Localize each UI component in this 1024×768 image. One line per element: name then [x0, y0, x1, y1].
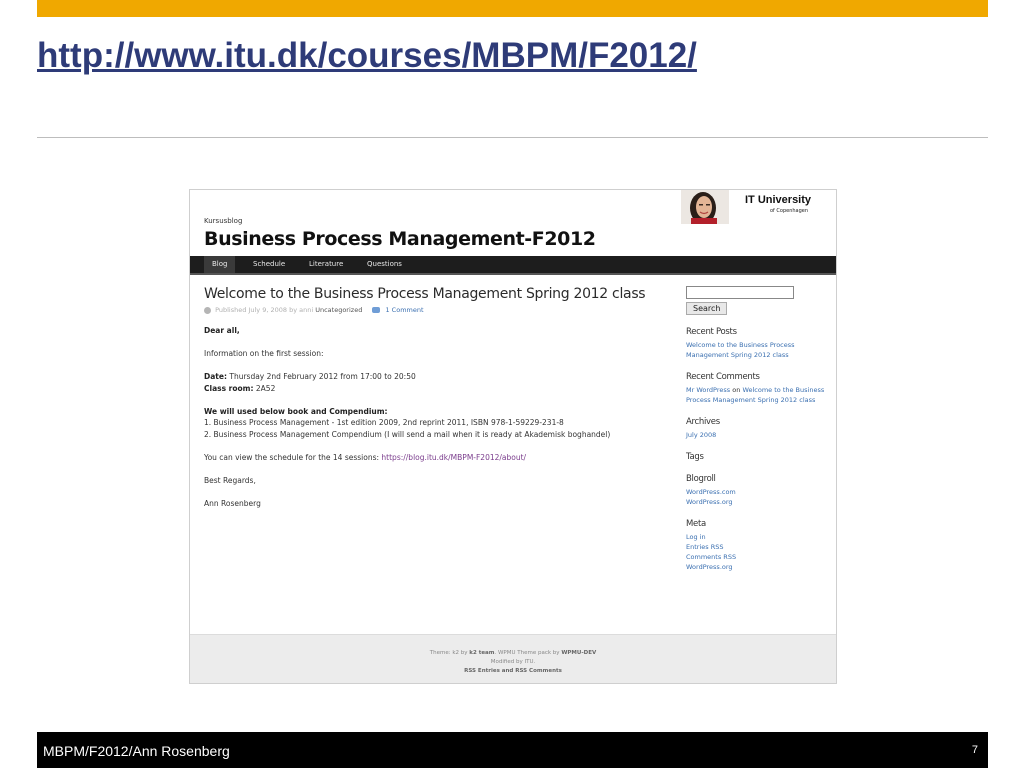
blogroll-link-2[interactable]: WordPress.org — [686, 497, 826, 507]
widget-archives: Archives July 2008 — [686, 417, 826, 440]
blogroll-link-1[interactable]: WordPress.com — [686, 487, 826, 497]
recent-comments-title: Recent Comments — [686, 372, 760, 382]
search-input[interactable] — [686, 286, 794, 299]
clock-icon — [204, 306, 211, 314]
meta-link-entries-rss[interactable]: Entries RSS — [686, 542, 826, 552]
widget-recent-posts: Recent Posts Welcome to the Business Pro… — [686, 327, 826, 360]
footer-theme-text: Theme: k2 by — [429, 650, 468, 656]
room-value: 2A52 — [255, 383, 276, 393]
title-divider — [37, 137, 988, 138]
widget-meta: Meta Log in Entries RSS Comments RSS Wor… — [686, 519, 826, 572]
post-title[interactable]: Welcome to the Business Process Manageme… — [204, 286, 646, 302]
blog-title[interactable]: Business Process Management-F2012 — [204, 228, 596, 250]
footer-line-1: Theme: k2 by k2 team. WPMU Theme pack by… — [190, 649, 836, 658]
widget-recent-comments: Recent Comments Mr WordPress on Welcome … — [686, 372, 826, 405]
meta-title: Meta — [686, 519, 706, 529]
comment-on-text: on — [732, 386, 741, 394]
bottom-bar: MBPM/F2012/Ann Rosenberg 7 — [37, 732, 988, 768]
post-intro: Information on the first session: — [204, 349, 324, 358]
blog-header: Kursusblog Business Process Management-F… — [190, 190, 836, 256]
footer-pack-text: . WPMU Theme pack by — [494, 650, 560, 656]
footer-rss-text[interactable]: RSS Entries and RSS Comments — [464, 668, 562, 674]
room-label: Class room: — [204, 383, 254, 393]
itu-logo-subtitle: of Copenhagen — [770, 208, 809, 214]
book-item-1: 1. Business Process Management - 1st edi… — [204, 418, 564, 427]
recent-posts-title: Recent Posts — [686, 327, 737, 337]
course-url-title[interactable]: http://www.itu.dk/courses/MBPM/F2012/ — [37, 36, 697, 76]
footer-rss-links[interactable]: RSS Entries and RSS Comments — [190, 667, 836, 676]
schedule-text: You can view the schedule for the 14 ses… — [204, 452, 380, 462]
footer-line-2: Modified by ITU. — [490, 659, 536, 665]
post-schedule: You can view the schedule for the 14 ses… — [204, 452, 674, 464]
widget-tags: Tags — [686, 452, 826, 462]
blogroll-title: Blogroll — [686, 474, 716, 484]
page-number: 7 — [971, 744, 978, 756]
tags-title: Tags — [686, 452, 704, 462]
post-category[interactable]: Uncategorized — [315, 306, 362, 314]
comment-bubble-icon — [372, 307, 381, 313]
post-greeting: Dear all, — [204, 326, 240, 335]
person-photo-icon — [681, 190, 729, 224]
tab-blog[interactable]: Blog — [204, 256, 236, 273]
blog-screenshot: Kursusblog Business Process Management-F… — [189, 189, 837, 684]
blog-sidebar: Search Recent Posts Welcome to the Busin… — [686, 286, 826, 572]
blog-kicker: Kursusblog — [204, 217, 243, 225]
header-photo — [681, 190, 729, 224]
meta-link-login[interactable]: Log in — [686, 532, 826, 542]
search-button[interactable]: Search — [686, 302, 728, 315]
top-accent-bar — [37, 0, 988, 17]
archive-link[interactable]: July 2008 — [686, 430, 826, 440]
tab-schedule[interactable]: Schedule — [245, 256, 293, 273]
tab-literature[interactable]: Literature — [301, 256, 351, 273]
book-item-2: 2. Business Process Management Compendiu… — [204, 429, 611, 439]
recent-comment-entry: Mr WordPress on Welcome to the Business … — [686, 385, 826, 405]
footer-k2-link[interactable]: k2 team — [469, 650, 494, 656]
post-meta: Published July 9, 2008 by anni Uncategor… — [204, 306, 424, 314]
comment-author-link[interactable]: Mr WordPress — [686, 386, 730, 394]
date-label: Date: — [204, 372, 227, 381]
recent-post-link[interactable]: Welcome to the Business Process Manageme… — [686, 340, 826, 360]
date-value: Thursday 2nd February 2012 from 17:00 to… — [229, 372, 416, 381]
blog-footer: Theme: k2 by k2 team. WPMU Theme pack by… — [190, 634, 836, 683]
footer-wpmudev-link[interactable]: WPMU-DEV — [561, 650, 596, 656]
schedule-link[interactable]: https://blog.itu.dk/MBPM-F2012/about/ — [381, 453, 526, 462]
slide-footer-text: MBPM/F2012/Ann Rosenberg — [43, 743, 230, 759]
tab-questions[interactable]: Questions — [359, 256, 410, 273]
post-regards: Best Regards, — [204, 475, 256, 485]
blog-nav: Blog Schedule Literature Questions — [190, 256, 836, 275]
post-body: Dear all, Information on the first sessi… — [204, 325, 674, 521]
itu-logo-title: IT University — [745, 194, 812, 206]
archives-title: Archives — [686, 417, 720, 427]
post-comments-link[interactable]: 1 Comment — [385, 306, 423, 314]
post-signature: Ann Rosenberg — [204, 498, 261, 508]
post-books: We will used below book and Compendium: … — [204, 406, 674, 441]
post-date-room: Date: Thursday 2nd February 2012 from 17… — [204, 371, 674, 394]
books-heading: We will used below book and Compendium: — [204, 406, 388, 416]
meta-link-wordpress[interactable]: WordPress.org — [686, 562, 826, 572]
widget-blogroll: Blogroll WordPress.com WordPress.org — [686, 474, 826, 507]
meta-link-comments-rss[interactable]: Comments RSS — [686, 552, 826, 562]
post-published: Published July 9, 2008 by anni — [215, 306, 314, 314]
